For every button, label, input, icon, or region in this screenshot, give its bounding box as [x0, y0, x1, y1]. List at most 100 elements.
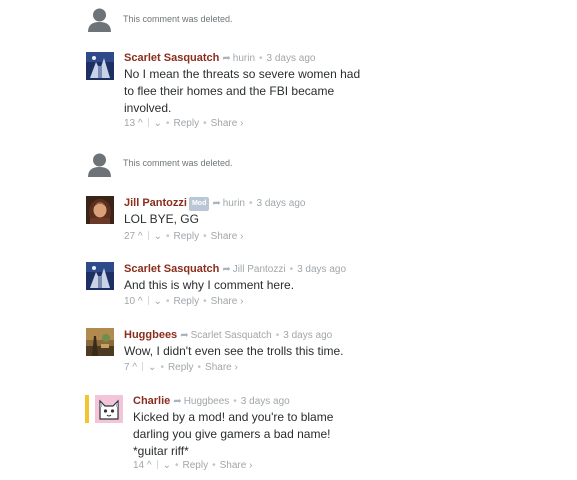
bullet: •: [203, 296, 207, 307]
bullet: •: [203, 231, 207, 242]
vote-divider: [147, 296, 149, 305]
deleted-avatar: [86, 5, 113, 32]
reply-link[interactable]: Reply: [168, 362, 194, 373]
author-name[interactable]: Jill Pantozzi: [124, 197, 187, 209]
vote-divider: [147, 231, 149, 240]
reply-to-name[interactable]: Huggbees: [184, 396, 230, 407]
timestamp[interactable]: 3 days ago: [267, 53, 316, 64]
comment-line: No I mean the threats so severe women ha…: [124, 67, 361, 81]
share-link[interactable]: Share ›: [211, 231, 244, 242]
comment-line: darling you give gamers a bad name!: [133, 427, 331, 441]
comment-line: Kicked by a mod! and you're to blame: [133, 410, 334, 424]
comment-header: Jill Pantozzi Mod ➦ hurin • 3 days ago: [124, 197, 305, 211]
downvote-icon[interactable]: ⌄: [148, 362, 156, 373]
comment-footer: 7 ^ ⌄ • Reply • Share ›: [124, 362, 238, 374]
reply-to-name[interactable]: hurin: [223, 198, 245, 209]
reply-link[interactable]: Reply: [174, 118, 200, 129]
reply-link[interactable]: Reply: [174, 231, 200, 242]
vote-divider: [142, 362, 144, 371]
bullet: •: [289, 264, 294, 275]
bullet: •: [197, 362, 202, 373]
bullet: •: [166, 118, 170, 129]
comment-line: to flee their homes and the FBI became: [124, 84, 335, 98]
reply-arrow-icon: ➦: [222, 264, 231, 275]
comment-footer: 14 ^ ⌄ • Reply • Share ›: [133, 460, 252, 472]
vote-divider: [147, 118, 149, 127]
reply-arrow-icon: ➦: [173, 396, 182, 407]
vote-divider: [156, 460, 158, 469]
vote-count: 27: [124, 231, 136, 242]
bullet: •: [275, 330, 280, 341]
reply-to-name[interactable]: Scarlet Sasquatch: [191, 330, 272, 341]
reply-arrow-icon: ➦: [222, 53, 231, 64]
upvote-icon[interactable]: ^: [147, 460, 152, 471]
vote-count: 7: [124, 362, 130, 373]
share-link[interactable]: Share ›: [220, 460, 253, 471]
vote-count: 10: [124, 296, 136, 307]
avatar[interactable]: [95, 395, 123, 423]
avatar[interactable]: [86, 262, 114, 290]
reply-to-name[interactable]: hurin: [233, 53, 255, 64]
avatar[interactable]: [86, 196, 114, 224]
avatar[interactable]: [86, 328, 114, 356]
bullet: •: [233, 396, 237, 407]
comment-line: And this is why I comment here.: [124, 278, 295, 292]
upvote-icon[interactable]: ^: [138, 231, 143, 242]
comment-body: Wow, I didn't even see the trolls this t…: [124, 343, 344, 360]
comment-footer: 10 ^ ⌄ • Reply • Share ›: [124, 296, 243, 308]
bullet: •: [259, 53, 263, 64]
bullet: •: [175, 460, 179, 471]
comment-header: Huggbees ➦ Scarlet Sasquatch • 3 days ago: [124, 329, 332, 342]
comment-body: No I mean the threats so severe women ha…: [124, 66, 360, 117]
share-link[interactable]: Share ›: [211, 118, 244, 129]
upvote-icon[interactable]: ^: [138, 296, 143, 307]
downvote-icon[interactable]: ⌄: [154, 296, 162, 307]
deleted-comment-text: This comment was deleted.: [123, 14, 233, 24]
share-link[interactable]: Share ›: [205, 362, 238, 373]
reply-arrow-icon: ➦: [212, 198, 221, 209]
bullet: •: [203, 118, 207, 129]
reply-link[interactable]: Reply: [183, 460, 209, 471]
comment-line: LOL BYE, GG: [124, 212, 199, 226]
timestamp[interactable]: 3 days ago: [283, 330, 332, 341]
comment-header: Charlie ➦ Huggbees • 3 days ago: [133, 395, 290, 408]
downvote-icon[interactable]: ⌄: [154, 231, 162, 242]
bullet: •: [166, 231, 170, 242]
comment-line: Wow, I didn't even see the trolls this t…: [124, 344, 344, 358]
author-name[interactable]: Scarlet Sasquatch: [124, 263, 219, 275]
timestamp[interactable]: 3 days ago: [257, 198, 306, 209]
reply-arrow-icon: ➦: [180, 330, 189, 341]
share-link[interactable]: Share ›: [211, 296, 244, 307]
author-name[interactable]: Charlie: [133, 395, 170, 407]
bullet: •: [160, 362, 164, 373]
reply-to-name[interactable]: Jill Pantozzi: [233, 264, 286, 275]
comment-line: involved.: [124, 101, 172, 115]
downvote-icon[interactable]: ⌄: [163, 460, 171, 471]
comment-footer: 13 ^ ⌄ • Reply • Share ›: [124, 118, 243, 130]
comment-footer: 27 ^ ⌄ • Reply • Share ›: [124, 231, 243, 243]
upvote-icon[interactable]: ^: [138, 118, 143, 129]
upvote-icon[interactable]: ^: [132, 362, 137, 373]
downvote-icon[interactable]: ⌄: [154, 118, 162, 129]
comment-body: Kicked by a mod! and you're to blame dar…: [133, 409, 333, 460]
highlight-bar: [85, 395, 89, 423]
author-name[interactable]: Scarlet Sasquatch: [124, 52, 219, 64]
reply-link[interactable]: Reply: [174, 296, 200, 307]
timestamp[interactable]: 3 days ago: [297, 264, 346, 275]
bullet: •: [249, 198, 253, 209]
vote-count: 13: [124, 118, 136, 129]
deleted-avatar: [86, 150, 113, 177]
author-name[interactable]: Huggbees: [124, 329, 177, 341]
deleted-comment-text: This comment was deleted.: [123, 158, 233, 168]
mod-badge: Mod: [188, 197, 210, 211]
avatar[interactable]: [86, 52, 114, 80]
comment-line: *guitar riff*: [133, 444, 189, 458]
comment-header: Scarlet Sasquatch ➦ Jill Pantozzi • 3 days a…: [124, 263, 346, 276]
comment-body: And this is why I comment here.: [124, 277, 294, 294]
vote-count: 14: [133, 460, 145, 471]
bullet: •: [166, 296, 170, 307]
timestamp[interactable]: 3 days ago: [241, 396, 290, 407]
comment-body: LOL BYE, GG: [124, 211, 199, 228]
comment-header: Scarlet Sasquatch ➦ hurin • 3 days ago: [124, 52, 315, 65]
bullet: •: [212, 460, 216, 471]
